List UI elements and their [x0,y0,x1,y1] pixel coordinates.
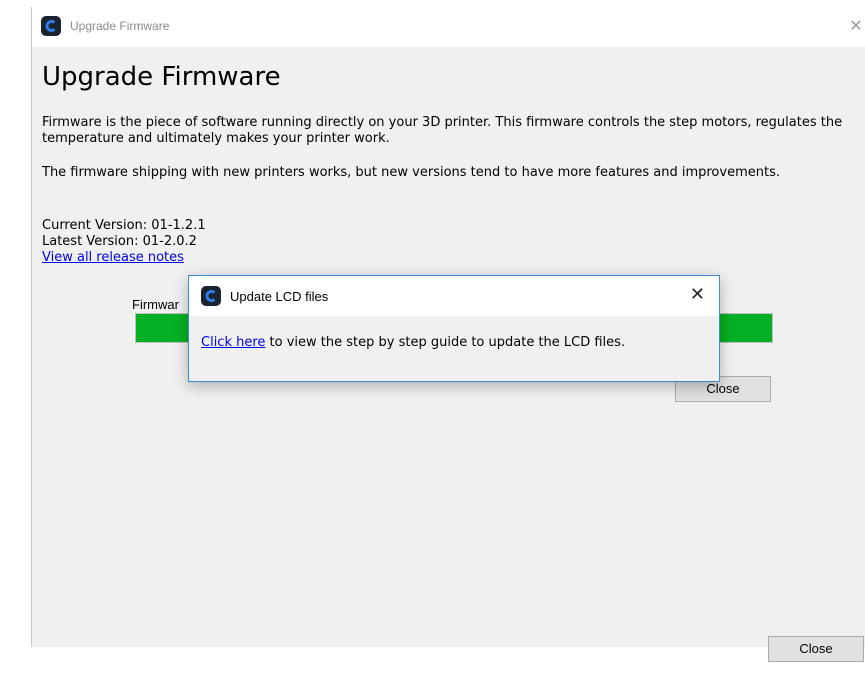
dialog-titlebar[interactable]: Update LCD files ✕ [189,276,719,316]
firmware-description: Firmware is the piece of software runnin… [42,115,843,146]
release-notes-link[interactable]: View all release notes [42,250,206,266]
firmware-versions-note: The firmware shipping with new printers … [42,165,780,180]
window-title: Upgrade Firmware [70,19,170,33]
dialog-title: Update LCD files [230,289,329,304]
close-button[interactable]: Close [768,636,864,662]
app-logo-icon [201,286,221,306]
guide-link[interactable]: Click here [201,335,265,350]
close-icon[interactable]: ✕ [690,284,705,306]
firmware-progress-label: Firmwar [132,297,179,312]
current-version: Current Version: 01-1.2.1 [42,218,206,233]
close-icon[interactable]: ✕ [846,15,865,37]
update-lcd-dialog: Update LCD files ✕ Click here to view th… [188,275,720,382]
page-title: Upgrade Firmware [42,62,281,92]
window-titlebar[interactable]: Upgrade Firmware ✕ [32,7,865,47]
app-logo-icon [41,16,61,36]
dialog-message-text: to view the step by step guide to update… [265,335,626,350]
version-info: Current Version: 01-1.2.1 Latest Version… [42,218,206,266]
dialog-message: Click here to view the step by step guid… [201,335,625,350]
latest-version: Latest Version: 01-2.0.2 [42,234,197,249]
